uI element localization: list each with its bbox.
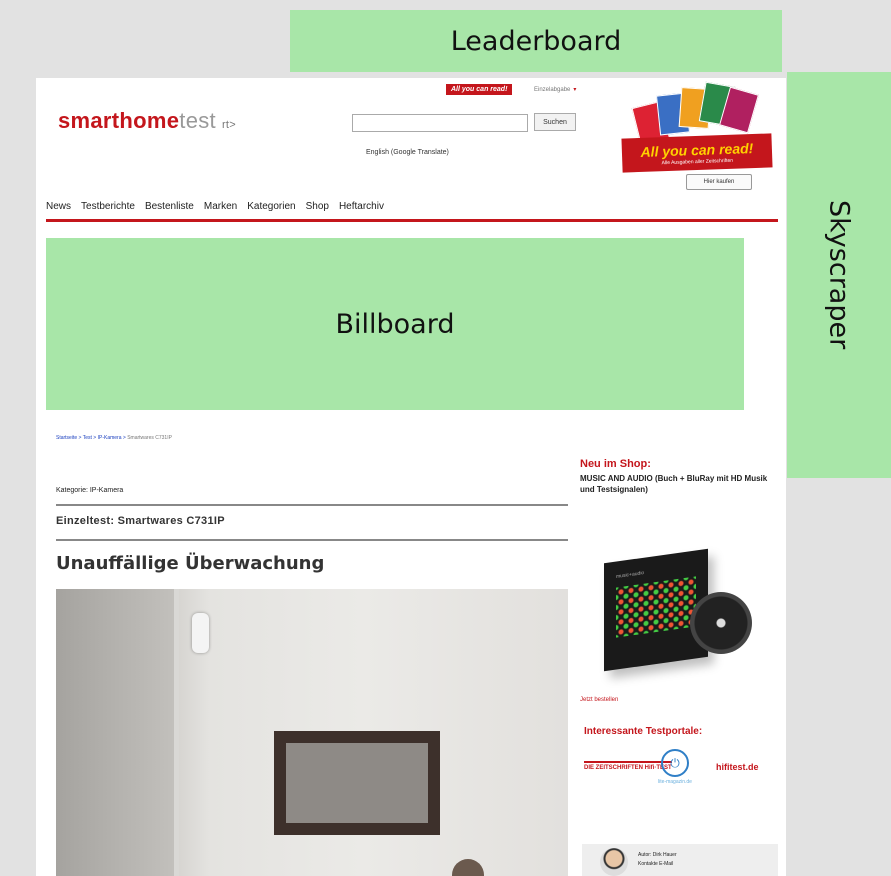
article-category: Kategorie: IP-Kamera: [56, 487, 124, 494]
article-headline: Unauffällige Überwachung: [56, 553, 325, 574]
logo-bold-text: smarthome: [58, 108, 180, 133]
logo-sub-text: rt>: [221, 119, 237, 131]
nav-item-heftarchiv[interactable]: Heftarchiv: [339, 201, 384, 212]
leaderboard-ad-slot[interactable]: Leaderboard: [290, 10, 782, 72]
nav-item-marken[interactable]: Marken: [204, 201, 237, 212]
divider: [56, 504, 568, 506]
top-link[interactable]: Einzelabgabe ▾: [534, 86, 576, 93]
breadcrumb[interactable]: Startseite > Test > IP-Kamera > Smartwar…: [56, 435, 172, 441]
power-icon[interactable]: ⏻: [661, 749, 689, 777]
breadcrumb-path[interactable]: Startseite > Test > IP-Kamera >: [56, 435, 126, 441]
translate-link[interactable]: English (Google Translate): [366, 149, 449, 156]
nav-item-news[interactable]: News: [46, 201, 71, 212]
page-content: smarthometest rt> All you can read! Einze…: [36, 78, 786, 876]
ip-camera-image: [192, 613, 209, 653]
photo-door: [56, 589, 174, 876]
nav-item-testberichte[interactable]: Testberichte: [81, 201, 135, 212]
product-image[interactable]: music+audio: [590, 548, 760, 678]
portals-title: Interessante Testportale:: [584, 726, 703, 737]
photo-decor-ball: [452, 859, 484, 876]
portal-logo-lite-magazin[interactable]: lite-magazin.de: [653, 778, 697, 786]
divider: [56, 539, 568, 541]
shop-product-title[interactable]: MUSIC AND AUDIO (Buch + BluRay mit HD Mu…: [580, 473, 780, 495]
buy-here-button[interactable]: Hier kaufen: [686, 174, 752, 190]
all-you-can-read-banner[interactable]: All you can read!: [446, 84, 513, 95]
article-test-title: Einzeltest: Smartwares C731IP: [56, 515, 225, 527]
author-name: Autor: Dirk Hauer: [638, 852, 677, 858]
author-avatar: [600, 848, 628, 876]
billboard-ad-slot[interactable]: Billboard: [46, 238, 744, 410]
breadcrumb-current: Smartwares C731IP: [127, 435, 172, 441]
portal-logo-hifitest[interactable]: hifitest.de: [716, 762, 759, 772]
article-photo[interactable]: [56, 589, 568, 876]
promo-tagline: Alle Ausgaben aller Zeitschriften: [661, 157, 734, 166]
photo-mirror-glass: [286, 743, 428, 823]
magazine-promo[interactable]: All you can read! Alle Ausgaben aller Ze…: [618, 81, 774, 178]
shop-title: Neu im Shop:: [580, 458, 651, 470]
all-you-can-read-promo: All you can read! Alle Ausgaben aller Ze…: [621, 133, 773, 173]
portal-logo-hifi-test[interactable]: DIE ZEITSCHRIFTEN Hifi·TEST: [584, 761, 672, 772]
top-link-label: Einzelabgabe: [534, 87, 571, 93]
author-contact[interactable]: Kontakte E-Mail: [638, 861, 673, 867]
nav-item-shop[interactable]: Shop: [306, 201, 329, 212]
promo-title: All you can read!: [640, 139, 754, 160]
logo-light-text: test: [179, 108, 216, 133]
search-input[interactable]: [352, 114, 528, 132]
photo-door-frame: [174, 589, 179, 876]
nav-item-bestenliste[interactable]: Bestenliste: [145, 201, 194, 212]
nav-item-kategorien[interactable]: Kategorien: [247, 201, 295, 212]
search-button[interactable]: Suchen: [534, 113, 576, 131]
magazine-stack-image: [630, 81, 760, 148]
site-logo[interactable]: smarthometest rt>: [58, 108, 236, 134]
order-link[interactable]: Jetzt bestellen: [580, 697, 618, 703]
nav-divider: [46, 219, 778, 222]
main-nav: News Testberichte Bestenliste Marken Kat…: [46, 201, 384, 212]
disc-icon: [690, 592, 752, 654]
skyscraper-ad-slot[interactable]: Skyscraper: [787, 72, 891, 478]
chevron-down-icon: ▾: [573, 87, 577, 93]
